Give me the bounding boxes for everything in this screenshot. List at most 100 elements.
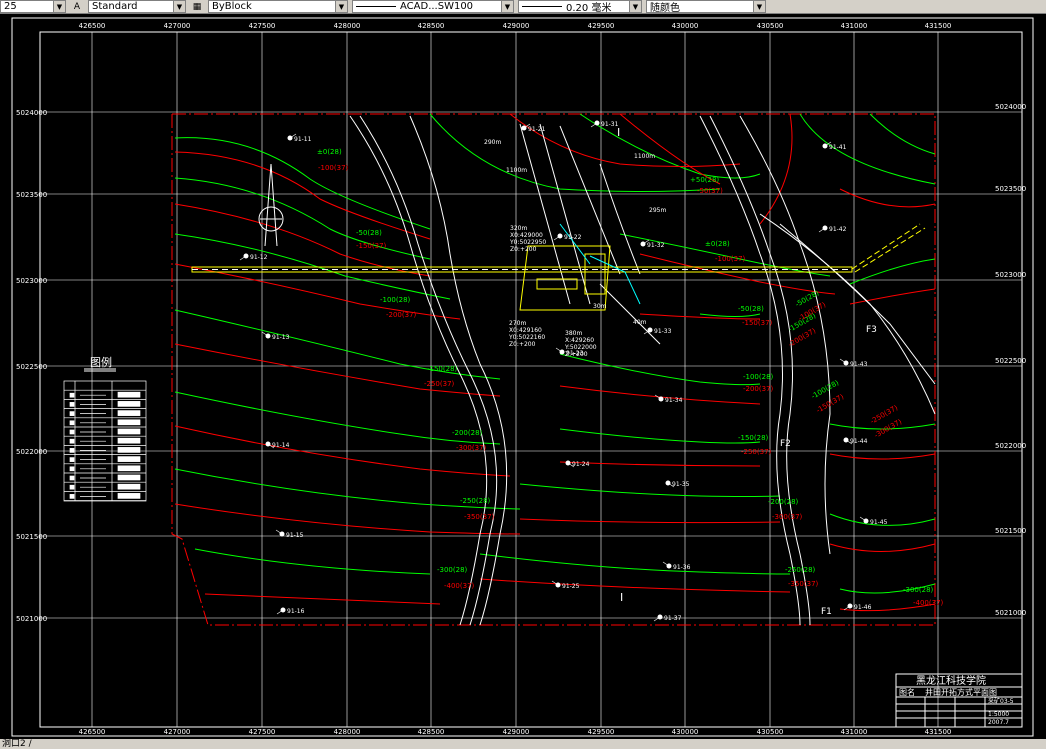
- chevron-down-icon[interactable]: ▼: [629, 1, 641, 12]
- contour-label: ±0(28): [317, 148, 342, 156]
- textstyle-icon[interactable]: A: [70, 0, 84, 13]
- wells-layer: 91-11 91-12 91-13 91-14 91-15 91-16 91-21 91-22…: [239, 120, 888, 622]
- contour-label: -50(28): [738, 305, 764, 313]
- drawing-canvas[interactable]: 426500 426500 427000 427000 427500 427500 4280…: [0, 14, 1046, 739]
- contour-label: -150(28): [427, 365, 458, 373]
- contour-label: -100(28): [380, 296, 411, 304]
- contour-label: -150(37): [356, 242, 387, 250]
- well-label: 91-35: [672, 481, 690, 488]
- contour-label: -250(37): [741, 448, 772, 456]
- contour-label: -400(37): [444, 582, 475, 590]
- x-tick-label: 430500: [757, 22, 784, 30]
- contour-label: -350(37): [464, 513, 495, 521]
- contour-label: -350(37): [788, 580, 819, 588]
- textstyle-combo[interactable]: Standard ▼: [88, 0, 186, 13]
- north-arrow-icon: [258, 163, 284, 247]
- well-label: 91-41: [829, 144, 847, 151]
- x-tick-label: 428000: [334, 22, 361, 30]
- inner-frame: [39, 31, 1023, 728]
- contour-label: -400(37): [913, 599, 944, 607]
- note-text: 290m: [484, 139, 501, 146]
- well-label: 91-31: [601, 121, 619, 128]
- layer-icon[interactable]: ▦: [190, 0, 204, 13]
- command-line[interactable]: 洞口2 /: [0, 739, 1046, 749]
- well-label: 91-12: [250, 254, 268, 261]
- x-tick-label: 429000: [503, 728, 530, 736]
- dimstyle-combo[interactable]: 25 ▼: [0, 0, 66, 13]
- y-tick-label: 5023000: [995, 271, 1026, 279]
- y-tick-label: 5024000: [995, 103, 1026, 111]
- contour-label: -300(37): [772, 513, 803, 521]
- contour-label: -250(28): [785, 566, 816, 574]
- chevron-down-icon[interactable]: ▼: [335, 1, 347, 12]
- y-tick-label: 5021500: [995, 527, 1026, 535]
- contour-label: -250(28): [460, 497, 491, 505]
- x-tick-label: 429500: [588, 728, 615, 736]
- contour-label: -50(37): [697, 187, 723, 195]
- color-value: 随颜色: [650, 3, 680, 13]
- note-text: Y0:5022160: [508, 334, 545, 341]
- contour-label: -200(37): [743, 385, 774, 393]
- well-label: 91-43: [850, 361, 868, 368]
- contour-label: -100(28): [743, 373, 774, 381]
- well-label: 91-37: [664, 615, 682, 622]
- x-tick-label: 428500: [418, 728, 445, 736]
- command-text: 洞口2 /: [2, 739, 32, 749]
- y-tick-label: 5021000: [995, 609, 1026, 617]
- coordinate-grid: [40, 32, 1022, 727]
- section-marks: I I: [617, 126, 623, 604]
- contour-labels: ±0(28) -100(37) -50(28) -150(37) -100(28) -20…: [317, 148, 944, 607]
- linetype-sample: [356, 6, 396, 7]
- chevron-down-icon[interactable]: ▼: [173, 1, 185, 12]
- contour-label: -200(28): [768, 498, 799, 506]
- contour-label: -100(37): [715, 255, 746, 263]
- well-label: 91-11: [294, 136, 312, 143]
- well-label: 91-32: [647, 242, 665, 249]
- textstyle-value: Standard: [92, 1, 138, 12]
- color-combo[interactable]: 随颜色 ▼: [646, 0, 766, 13]
- y-tick-label: 5022000: [16, 448, 47, 456]
- contour-label: ±0(28): [705, 240, 730, 248]
- annotation-notes: 290m 1100m 1100m 295m 320mX0:429000Y0:502295…: [484, 139, 666, 358]
- chevron-down-icon[interactable]: ▼: [501, 1, 513, 12]
- fault-label: F3: [866, 325, 877, 335]
- well-label: 91-45: [870, 519, 888, 526]
- linetype-combo[interactable]: ByBlock ▼: [208, 0, 348, 13]
- linetype2-combo[interactable]: ACAD...SW100 ▼: [352, 0, 514, 13]
- x-tick-label: 426500: [79, 22, 106, 30]
- x-tick-label: 429500: [588, 22, 615, 30]
- note-text: Y:5022000: [564, 344, 597, 351]
- x-tick-label: 428000: [334, 728, 361, 736]
- x-tick-label: 430000: [672, 22, 699, 30]
- note-text: X0:429000: [510, 232, 543, 239]
- svg-text:I: I: [620, 591, 623, 604]
- well-label: 91-46: [854, 604, 872, 611]
- lineweight-combo[interactable]: 0.20 毫米 ▼: [518, 0, 642, 13]
- outer-frame: [11, 17, 1034, 737]
- well-label: 91-34: [665, 397, 683, 404]
- well-label: 91-33: [654, 328, 672, 335]
- y-tick-labels: 5024000 5024000 5023500 5023500 5023000 50230…: [16, 103, 1026, 623]
- note-text: 1100m: [634, 153, 655, 160]
- well-label: 91-42: [829, 226, 847, 233]
- title-school: 黑龙江科技学院: [916, 674, 986, 687]
- well-label: 91-25: [562, 583, 580, 590]
- dimstyle-value: 25: [4, 1, 17, 12]
- legend: 图例: [63, 355, 147, 502]
- note-text: 380m: [565, 330, 582, 337]
- note-text: X:429260: [565, 337, 594, 344]
- x-tick-label: 427500: [249, 22, 276, 30]
- y-tick-label: 5022500: [995, 357, 1026, 365]
- x-tick-label: 427000: [164, 22, 191, 30]
- contour-label: -200(28): [452, 429, 483, 437]
- x-tick-label: 431500: [925, 22, 952, 30]
- contour-label: -150(28): [738, 434, 769, 442]
- note-text: 30m: [593, 303, 607, 310]
- well-label: 91-24: [572, 461, 590, 468]
- chevron-down-icon[interactable]: ▼: [753, 1, 765, 12]
- svg-text:I: I: [617, 126, 620, 139]
- y-tick-label: 5022500: [16, 363, 47, 371]
- y-tick-label: 5023000: [16, 277, 47, 285]
- chevron-down-icon[interactable]: ▼: [53, 1, 65, 12]
- well-label: 91-15: [286, 532, 304, 539]
